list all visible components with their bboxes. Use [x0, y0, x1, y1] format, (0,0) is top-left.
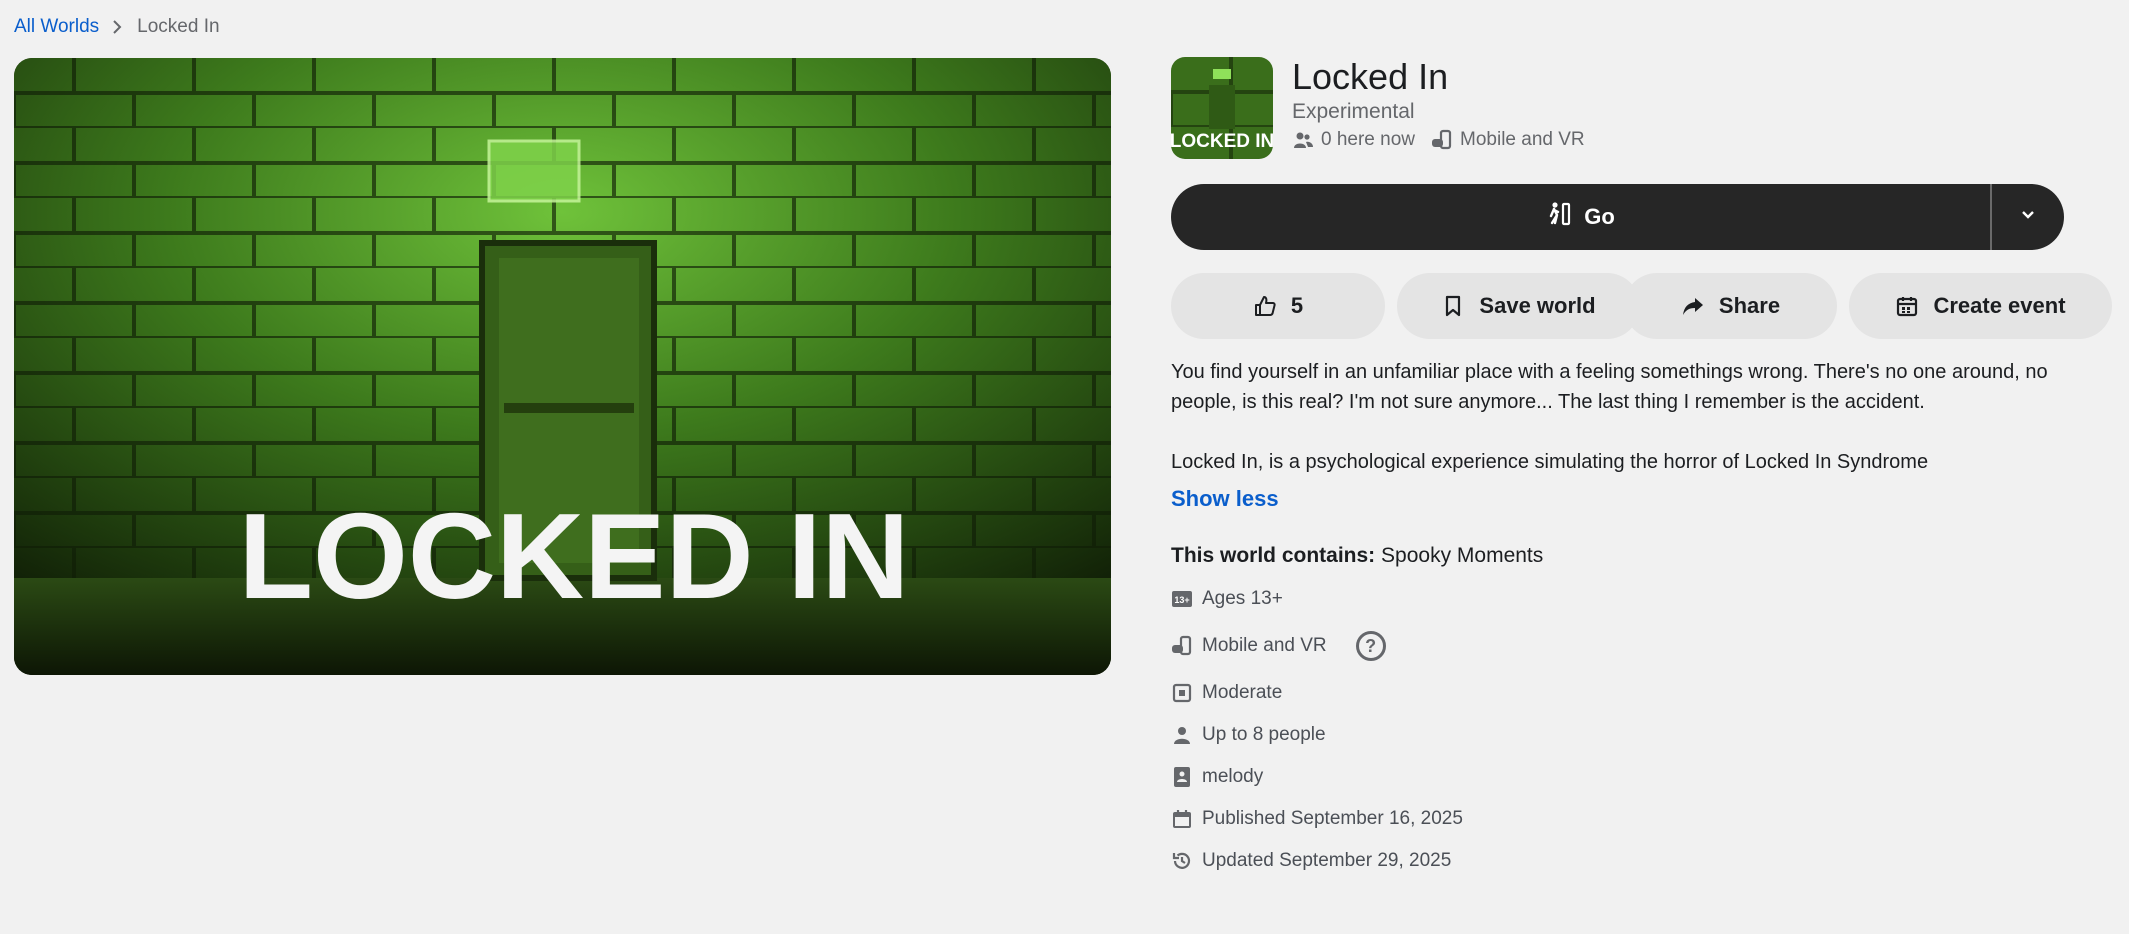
save-world-label: Save world	[1479, 293, 1596, 318]
published-date: Published September 16, 2025	[1202, 808, 1463, 829]
history-icon	[1171, 850, 1193, 872]
age-rating-label: Ages 13+	[1202, 588, 1283, 609]
world-details-panel: LOCKED IN Locked In Experimental 0 here …	[1171, 57, 2112, 882]
world-title: Locked In	[1292, 56, 1449, 97]
devices-icon	[1431, 129, 1453, 151]
world-actions: 5 Save world Share Create event	[1171, 273, 2112, 339]
share-label: Share	[1718, 293, 1781, 318]
content-warning: This world contains: Spooky Moments	[1171, 544, 2111, 568]
create-event-label: Create event	[1933, 293, 2066, 318]
creator-badge-icon	[1171, 766, 1193, 788]
thumbnail-text: LOCKED IN	[1171, 131, 1273, 152]
share-arrow-icon	[1681, 294, 1705, 318]
world-header: LOCKED IN Locked In Experimental 0 here …	[1171, 57, 2111, 161]
devices-icon	[1171, 635, 1193, 657]
world-thumbnail: LOCKED IN	[1171, 57, 1273, 159]
walk-in-icon	[1546, 201, 1572, 233]
world-description: You find yourself in an unfamiliar place…	[1171, 357, 2071, 477]
comfort-level-icon	[1171, 682, 1193, 704]
chevron-right-icon	[111, 20, 125, 34]
detail-published: Published September 16, 2025	[1171, 798, 2111, 840]
detail-updated: Updated September 29, 2025	[1171, 840, 2111, 882]
calendar-icon	[1171, 808, 1193, 830]
capacity-label: Up to 8 people	[1202, 724, 1326, 745]
calendar-icon	[1895, 294, 1919, 318]
people-icon	[1292, 129, 1314, 151]
world-category: Experimental	[1292, 100, 1415, 123]
detail-creator: melody	[1171, 756, 2111, 798]
creator-name[interactable]: melody	[1202, 766, 1263, 788]
person-icon	[1171, 724, 1193, 746]
age-badge-text: 13+	[1174, 595, 1189, 605]
like-button[interactable]: 5	[1171, 273, 1385, 339]
platforms-detail-label: Mobile and VR	[1202, 635, 1327, 656]
go-options-button[interactable]	[1992, 184, 2064, 250]
updated-date: Updated September 29, 2025	[1202, 850, 1452, 871]
chevron-down-icon	[2020, 208, 2036, 226]
world-details-list: 13+ Ages 13+ Mobile and VR ? Moderate Up…	[1171, 578, 2111, 882]
detail-age-rating: 13+ Ages 13+	[1171, 578, 2111, 620]
bookmark-icon	[1441, 294, 1465, 318]
go-button-group: Go	[1171, 184, 2064, 250]
go-button-label: Go	[1584, 204, 1615, 229]
world-hero-image: LOCKED IN	[14, 58, 1111, 675]
age-rating-icon: 13+	[1171, 588, 1193, 610]
content-warning-label: This world contains:	[1171, 544, 1376, 567]
description-paragraph: You find yourself in an unfamiliar place…	[1171, 361, 2048, 413]
breadcrumb-current: Locked In	[137, 16, 220, 37]
platforms-label: Mobile and VR	[1460, 129, 1585, 150]
hero-overlay-text: LOCKED IN	[239, 488, 910, 624]
thumbs-up-icon	[1253, 294, 1277, 318]
content-warning-value: Spooky Moments	[1381, 544, 1544, 567]
help-icon[interactable]: ?	[1355, 631, 1386, 661]
detail-platforms: Mobile and VR ?	[1171, 620, 2111, 672]
create-event-button[interactable]: Create event	[1849, 273, 2112, 339]
detail-comfort: Moderate	[1171, 672, 2111, 714]
show-less-link[interactable]: Show less	[1171, 486, 1279, 512]
comfort-label: Moderate	[1202, 682, 1283, 703]
save-world-button[interactable]: Save world	[1397, 273, 1640, 339]
here-now-count: 0 here now	[1321, 129, 1416, 150]
go-button[interactable]: Go	[1171, 184, 1990, 250]
like-count: 5	[1290, 293, 1304, 318]
breadcrumb-all-worlds-link[interactable]: All Worlds	[14, 16, 99, 38]
detail-capacity: Up to 8 people	[1171, 714, 2111, 756]
breadcrumb: All Worlds Locked In	[14, 14, 220, 40]
world-meta: 0 here now Mobile and VR	[1292, 129, 1591, 151]
description-paragraph: Locked In, is a psychological experience…	[1171, 451, 1929, 473]
share-button[interactable]: Share	[1624, 273, 1837, 339]
